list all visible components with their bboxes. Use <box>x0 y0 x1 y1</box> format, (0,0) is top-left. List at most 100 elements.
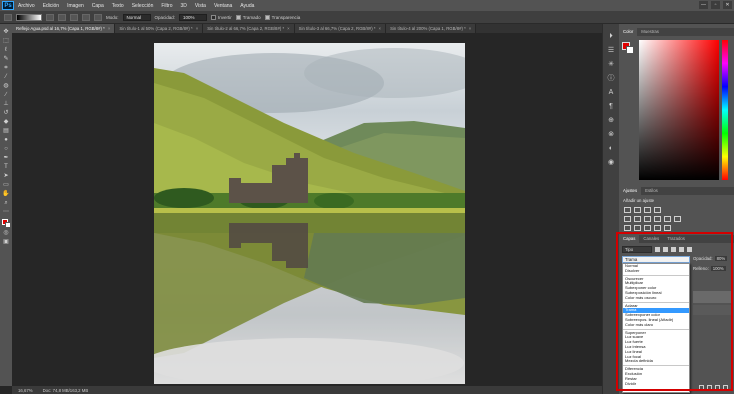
menu-capa[interactable]: Capa <box>92 3 104 9</box>
dither-option[interactable]: Tramado <box>235 14 261 20</box>
navigator-icon[interactable]: ◉ <box>606 158 616 167</box>
quick-select-icon[interactable]: ✎ <box>2 55 11 63</box>
background-swatch[interactable] <box>626 46 634 54</box>
document-canvas[interactable] <box>154 43 465 384</box>
tab-adjustments[interactable]: Ajustes <box>619 187 642 195</box>
menu-edicion[interactable]: Edición <box>43 3 59 9</box>
radial-gradient-button[interactable] <box>58 13 66 21</box>
tab-styles[interactable]: Estilos <box>641 187 662 195</box>
minimize-button[interactable]: — <box>699 1 708 9</box>
clone-source-icon[interactable]: ⊕ <box>606 116 616 125</box>
gradient-icon[interactable]: ▤ <box>2 127 11 135</box>
menu-vista[interactable]: Vista <box>195 3 206 9</box>
angle-gradient-button[interactable] <box>70 13 78 21</box>
transparency-checkbox[interactable] <box>264 14 270 20</box>
tab-color[interactable]: Color <box>619 28 638 36</box>
mode-select[interactable]: Normal <box>122 13 151 21</box>
dodge-icon[interactable]: ○ <box>2 145 11 153</box>
black-white-icon[interactable] <box>654 216 661 222</box>
color-panel-swatches[interactable] <box>622 42 634 54</box>
tool-presets-icon[interactable]: ⊗ <box>606 130 616 139</box>
hand-icon[interactable]: ✋ <box>2 190 11 198</box>
brightness-icon[interactable] <box>624 207 631 213</box>
menu-texto[interactable]: Texto <box>112 3 124 9</box>
color-balance-icon[interactable] <box>644 216 651 222</box>
curves-icon[interactable] <box>644 207 651 213</box>
reflected-gradient-button[interactable] <box>82 13 90 21</box>
maximize-button[interactable]: ▫ <box>711 1 720 9</box>
close-tab-icon[interactable]: × <box>108 26 111 31</box>
properties-icon[interactable]: ☰ <box>606 46 616 55</box>
invert-checkbox[interactable] <box>211 14 217 20</box>
doc-tab[interactable]: Sin título-4 al 200% (Capa 1, RGB/8#) * × <box>386 24 477 33</box>
menu-3d[interactable]: 3D <box>181 3 187 9</box>
zoom-level[interactable]: 16,67% <box>18 388 33 393</box>
invert-option[interactable]: Invertir <box>211 14 232 20</box>
posterize-icon[interactable] <box>634 225 641 231</box>
close-tab-icon[interactable]: × <box>196 26 199 31</box>
photo-filter-icon[interactable] <box>664 216 671 222</box>
menu-ayuda[interactable]: Ayuda <box>240 3 254 9</box>
vibrance-icon[interactable] <box>624 216 631 222</box>
marquee-icon[interactable]: ⬚ <box>2 37 11 45</box>
close-tab-icon[interactable]: × <box>379 26 382 31</box>
close-button[interactable]: ✕ <box>723 1 732 9</box>
shape-icon[interactable]: ▭ <box>2 181 11 189</box>
character-icon[interactable]: A <box>606 88 616 97</box>
gradient-tool-icon[interactable] <box>4 13 12 21</box>
tab-swatches[interactable]: Muestras <box>637 28 663 36</box>
doc-tab-active[interactable]: Reflejo Agua.psd al 16,7% (Capa 1, RGB/8… <box>12 24 116 33</box>
brush-settings-icon[interactable]: ✳ <box>606 60 616 69</box>
close-tab-icon[interactable]: × <box>469 26 472 31</box>
history-brush-icon[interactable]: ↺ <box>2 109 11 117</box>
transparency-option[interactable]: Transparencia <box>264 14 300 20</box>
document-tabs: Reflejo Agua.psd al 16,7% (Capa 1, RGB/8… <box>12 24 602 33</box>
invert-icon[interactable] <box>624 225 631 231</box>
stamp-icon[interactable]: ⊥ <box>2 100 11 108</box>
eraser-icon[interactable]: ◆ <box>2 118 11 126</box>
diamond-gradient-button[interactable] <box>94 13 102 21</box>
hue-saturation-icon[interactable] <box>634 216 641 222</box>
doc-tab[interactable]: Sin título-3 al 66,7% (Capa 2, RGB/8#) *… <box>294 24 387 33</box>
healing-icon[interactable]: ◍ <box>2 82 11 90</box>
menu-filtro[interactable]: Filtro <box>161 3 172 9</box>
zoom-icon[interactable]: ⌕ <box>2 199 11 207</box>
paragraph-icon[interactable]: ¶ <box>606 102 616 111</box>
blur-icon[interactable]: ● <box>2 136 11 144</box>
opacity-input[interactable]: 100% <box>179 13 208 21</box>
pen-icon[interactable]: ✒ <box>2 154 11 162</box>
close-tab-icon[interactable]: × <box>287 26 290 31</box>
hue-slider[interactable] <box>722 40 728 180</box>
info-icon[interactable]: ⓘ <box>606 74 616 83</box>
channel-mixer-icon[interactable] <box>674 216 681 222</box>
selective-color-icon[interactable] <box>664 225 671 231</box>
brush-icon[interactable]: ∕ <box>2 91 11 99</box>
menu-seleccion[interactable]: Selección <box>132 3 154 9</box>
threshold-icon[interactable] <box>644 225 651 231</box>
screen-mode-icon[interactable]: ▣ <box>2 238 11 246</box>
path-select-icon[interactable]: ➤ <box>2 172 11 180</box>
menu-ventana[interactable]: Ventana <box>214 3 232 9</box>
doc-tab[interactable]: Sin título-1 al 50% (Capa 2, RGB/8#) * × <box>115 24 204 33</box>
history-icon[interactable]: ⏵ <box>606 32 616 41</box>
levels-icon[interactable] <box>634 207 641 213</box>
eyedropper-icon[interactable]: ⁄ <box>2 73 11 81</box>
menu-imagen[interactable]: Imagen <box>67 3 84 9</box>
lasso-icon[interactable]: ℓ <box>2 46 11 54</box>
doc-tab[interactable]: Sin título-2 al 66,7% (Capa 2, RGB/8#) *… <box>203 24 295 33</box>
gradient-preview[interactable] <box>16 13 42 21</box>
more-tools-icon[interactable]: ⋯ <box>2 208 11 216</box>
menu-archivo[interactable]: Archivo <box>18 3 35 9</box>
color-swatches[interactable] <box>1 219 11 228</box>
type-icon[interactable]: T <box>2 163 11 171</box>
exposure-icon[interactable] <box>654 207 661 213</box>
color-picker-field[interactable] <box>639 40 719 180</box>
quick-mask-icon[interactable]: ◎ <box>2 229 11 237</box>
dither-checkbox[interactable] <box>235 14 241 20</box>
layer-comps-icon[interactable]: ◐ <box>606 144 616 153</box>
move-icon[interactable]: ✥ <box>2 28 11 36</box>
linear-gradient-button[interactable] <box>46 13 54 21</box>
gradient-map-icon[interactable] <box>654 225 661 231</box>
background-color-swatch[interactable] <box>4 222 11 228</box>
crop-icon[interactable]: ⌗ <box>2 64 11 72</box>
